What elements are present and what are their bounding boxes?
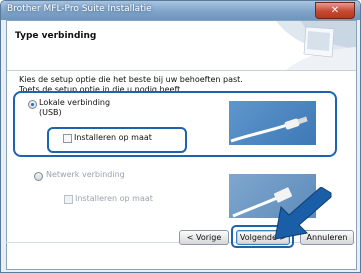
network-custom-install-label[interactable]: Installeren op maat xyxy=(75,194,153,203)
local-custom-install-label[interactable]: Installeren op maat xyxy=(74,133,152,142)
installer-window: Brother MFL-Pro Suite Installatie ✕ Type… xyxy=(0,0,361,273)
wizard-header: Type verbinding xyxy=(7,21,356,71)
local-connection-radio[interactable] xyxy=(28,100,37,109)
window-title: Brother MFL-Pro Suite Installatie xyxy=(7,4,152,14)
close-button[interactable]: ✕ xyxy=(315,2,355,19)
local-connection-sublabel: (USB) xyxy=(39,108,62,117)
network-connection-radio[interactable] xyxy=(34,172,43,181)
title-bar[interactable]: Brother MFL-Pro Suite Installatie ✕ xyxy=(1,1,360,20)
local-connection-label[interactable]: Lokale verbinding xyxy=(39,98,110,107)
usb-cable-icon xyxy=(230,116,308,143)
usb-cable-image xyxy=(229,101,316,145)
back-button[interactable]: < Vorige xyxy=(179,230,229,245)
close-icon: ✕ xyxy=(330,5,340,16)
network-custom-install-checkbox[interactable] xyxy=(64,195,73,204)
pointer-arrow-icon xyxy=(274,187,332,240)
local-custom-install-checkbox[interactable] xyxy=(63,134,72,143)
page-title: Type verbinding xyxy=(15,31,97,41)
wizard-header-art xyxy=(276,21,356,70)
back-button-label: < Vorige xyxy=(186,233,222,242)
network-connection-label[interactable]: Netwerk verbinding xyxy=(46,170,125,179)
intro-line-1: Kies de setup optie die het beste bij uw… xyxy=(19,75,243,84)
